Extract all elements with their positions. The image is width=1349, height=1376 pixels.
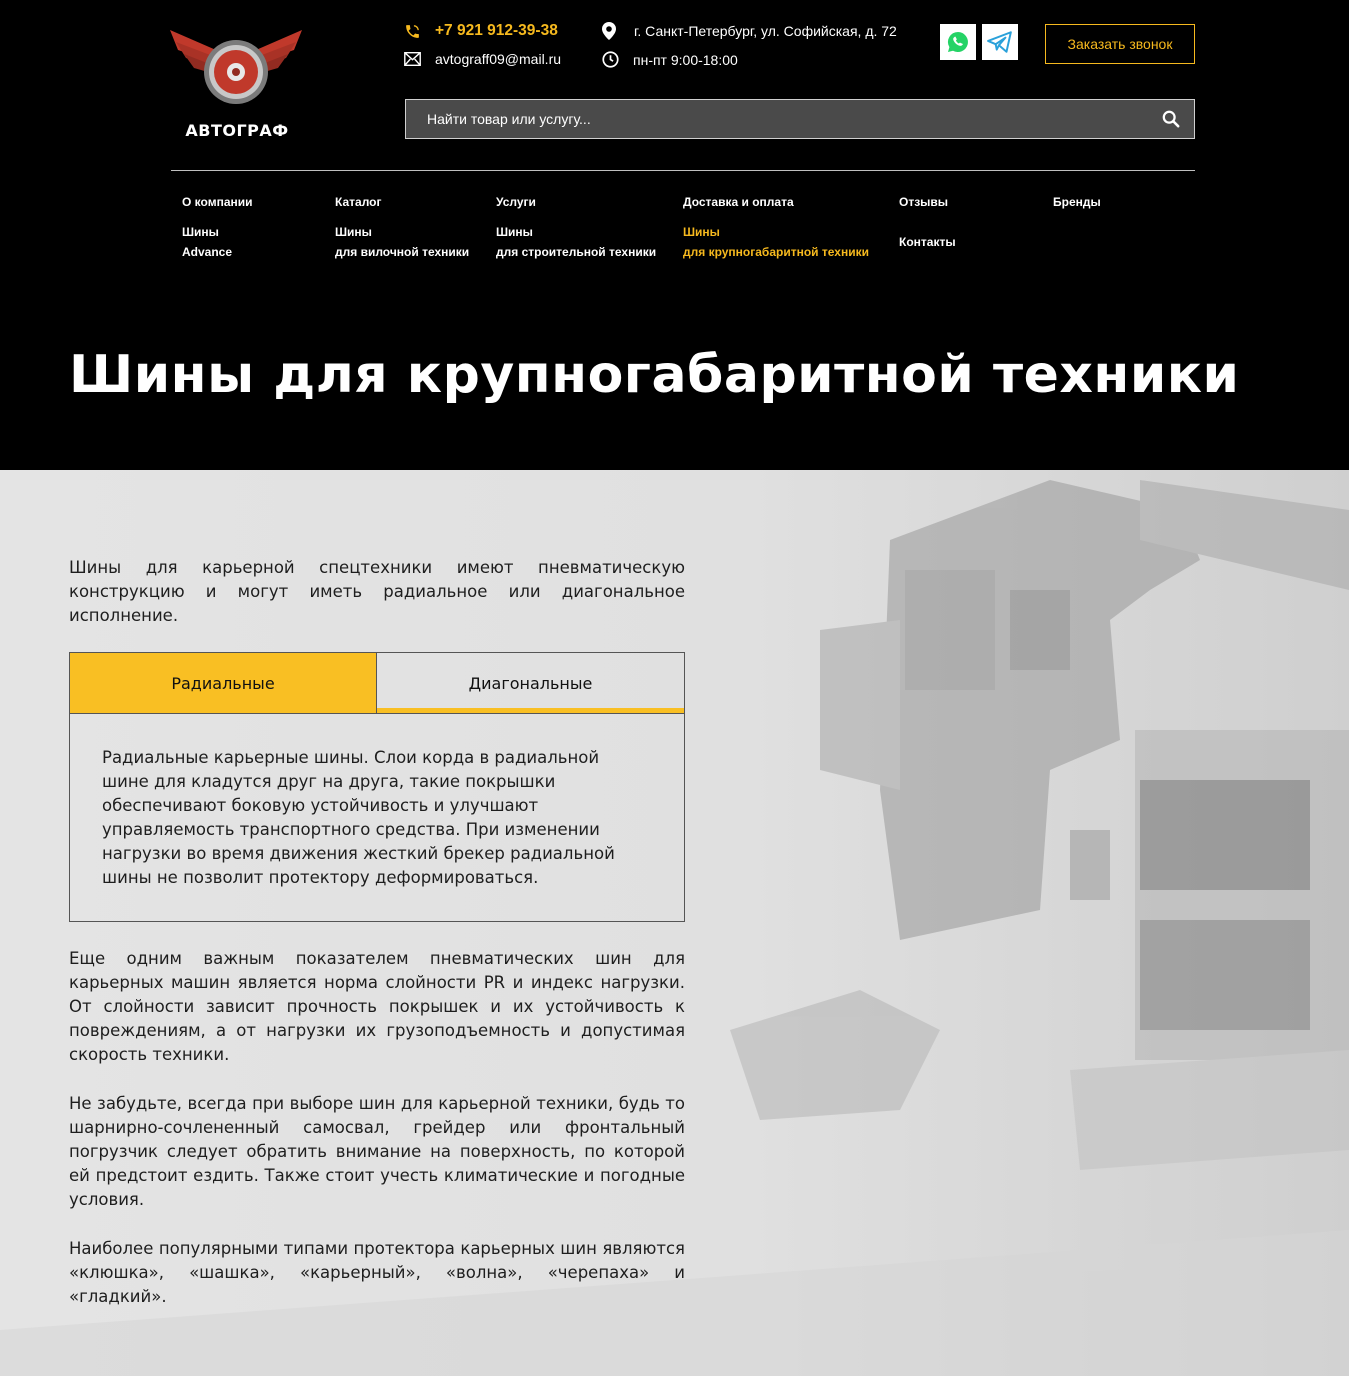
nav-about[interactable]: О компании — [182, 192, 253, 212]
email-link[interactable]: avtograff09@mail.ru — [404, 51, 561, 67]
hours-text: пн-пт 9:00-18:00 — [633, 51, 738, 68]
address: г. Санкт-Петербург, ул. Софийская, д. 72 — [602, 22, 897, 40]
page-title: Шины для крупногабаритной техники — [69, 345, 1240, 405]
tab-divider — [70, 713, 684, 714]
nav-services[interactable]: Услуги — [496, 192, 536, 212]
nav-tires-advance[interactable]: Шины Advance — [182, 222, 232, 262]
paragraph-tread-types: Наиболее популярными типами протектора к… — [69, 1239, 685, 1306]
mail-icon — [404, 52, 421, 66]
logo-text: АВТОГРАФ — [185, 121, 289, 140]
nav-catalog[interactable]: Каталог — [335, 192, 382, 212]
nav-item-line2: для строительной техники — [496, 245, 657, 259]
telegram-icon — [987, 31, 1012, 53]
nav-item-line1: Шины — [496, 225, 533, 239]
intro-paragraph: Шины для карьерной спецтехники имеют пне… — [69, 558, 685, 625]
nav-delivery[interactable]: Доставка и оплата — [683, 192, 794, 212]
nav-reviews[interactable]: Отзывы — [899, 192, 948, 212]
whatsapp-icon — [948, 32, 968, 52]
main-content: Шины для карьерной спецтехники имеют пне… — [0, 470, 1349, 1376]
nav-contacts[interactable]: Контакты — [899, 232, 956, 252]
logo-emblem — [170, 30, 302, 104]
nav-item-line1: Шины — [335, 225, 372, 239]
nav-tires-oversized[interactable]: Шины для крупногабаритной техники — [683, 222, 869, 262]
telegram-button[interactable] — [982, 24, 1018, 60]
header-divider — [171, 170, 1195, 171]
email-address: avtograff09@mail.ru — [435, 51, 562, 67]
phone-number: +7 921 912-39-38 — [435, 22, 558, 39]
tab-bar: Радиальные Диагональные — [70, 653, 684, 714]
nav-item-line1: Шины — [182, 225, 219, 239]
nav-item-line2: Advance — [182, 245, 233, 259]
tab-diagonal[interactable]: Диагональные — [377, 653, 684, 714]
nav-item-line1: Шины — [683, 225, 720, 239]
order-call-button[interactable]: Заказать звонок — [1045, 24, 1195, 64]
nav-tires-construction[interactable]: Шины для строительной техники — [496, 222, 656, 262]
nav-tires-forklift[interactable]: Шины для вилочной техники — [335, 222, 469, 262]
whatsapp-button[interactable] — [940, 24, 976, 60]
location-icon — [602, 22, 616, 40]
tab-content-text: Радиальные карьерные шины. Слои корда в … — [102, 748, 615, 887]
paragraph-load-index: Еще одним важным показателем пневматичес… — [69, 949, 685, 1064]
search-icon — [1162, 110, 1180, 128]
nav-item-line2: для вилочной техники — [335, 245, 470, 259]
tire-type-tabs: Радиальные Диагональные Радиальные карье… — [69, 652, 685, 922]
tab-radial[interactable]: Радиальные — [70, 653, 377, 713]
search-button[interactable] — [1148, 100, 1194, 138]
paragraph-surface: Не забудьте, всегда при выборе шин для к… — [69, 1094, 685, 1209]
phone-icon — [406, 24, 419, 38]
nav-brands[interactable]: Бренды — [1053, 192, 1101, 212]
site-header: АВТОГРАФ +7 921 912-39-38 avtograff09@ma… — [0, 0, 1349, 470]
clock-icon — [602, 51, 619, 68]
address-text: г. Санкт-Петербург, ул. Софийская, д. 72 — [634, 23, 897, 39]
phone-link[interactable]: +7 921 912-39-38 — [404, 22, 558, 40]
working-hours: пн-пт 9:00-18:00 — [602, 51, 738, 68]
search-bar — [405, 99, 1195, 139]
nav-item-line2: для крупногабаритной техники — [683, 245, 869, 259]
search-input[interactable] — [406, 111, 1148, 127]
